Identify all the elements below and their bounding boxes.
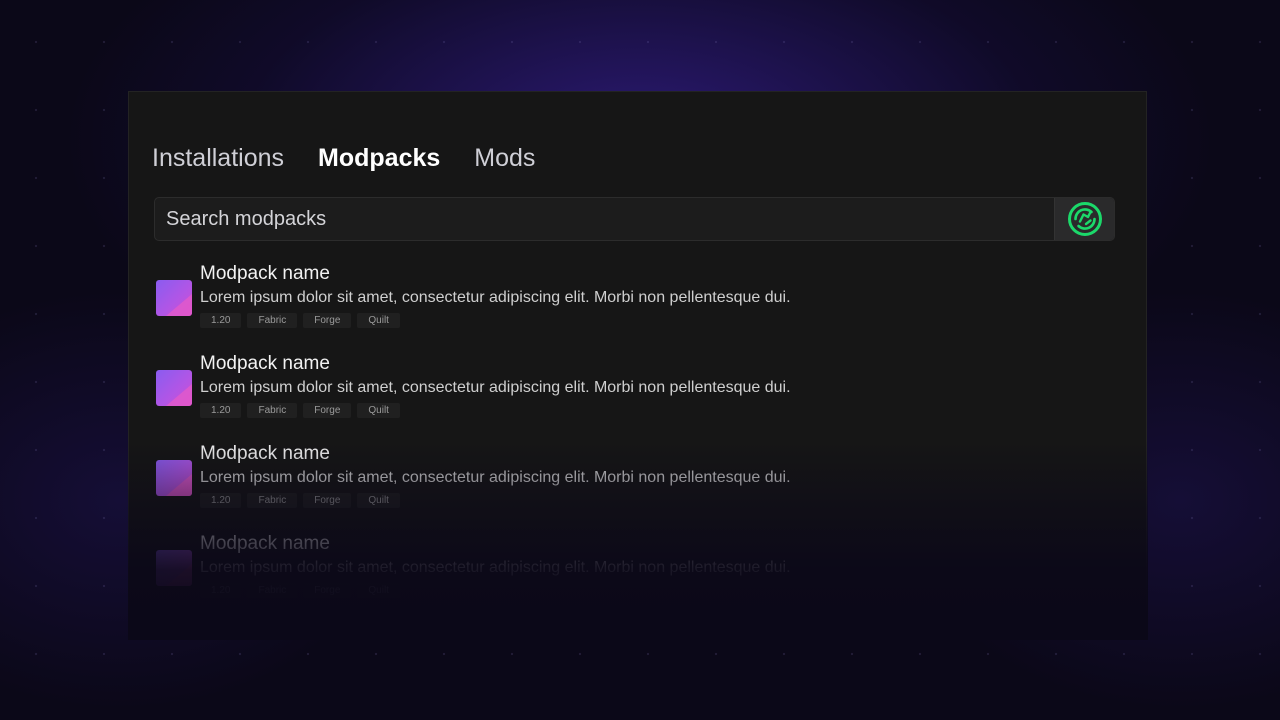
modpack-thumbnail bbox=[156, 280, 192, 316]
modpack-list-item[interactable]: Modpack name Lorem ipsum dolor sit amet,… bbox=[156, 352, 1116, 442]
version-tag: 1.20 bbox=[200, 403, 242, 418]
loader-tag: Forge bbox=[303, 583, 352, 598]
modrinth-logo-icon bbox=[1067, 202, 1102, 236]
modpack-title: Modpack name bbox=[200, 533, 330, 554]
loader-tag: Fabric bbox=[247, 403, 298, 418]
loader-tag: Forge bbox=[303, 403, 352, 418]
launcher-panel: Installations Modpacks Mods Modpack name… bbox=[128, 91, 1147, 611]
modpack-list-item[interactable]: Modpack name Lorem ipsum dolor sit amet,… bbox=[156, 532, 1116, 611]
modpack-thumbnail bbox=[156, 370, 192, 406]
version-tag: 1.20 bbox=[200, 313, 242, 328]
version-tag: 1.20 bbox=[200, 493, 242, 508]
tab-installations[interactable]: Installations bbox=[152, 144, 284, 173]
loader-tag: Forge bbox=[303, 313, 352, 328]
loader-tag: Fabric bbox=[247, 583, 298, 598]
modpack-thumbnail bbox=[156, 550, 192, 586]
tab-mods[interactable]: Mods bbox=[474, 144, 535, 173]
modpack-title: Modpack name bbox=[200, 443, 330, 464]
loader-tag: Fabric bbox=[247, 313, 298, 328]
search-input[interactable] bbox=[155, 198, 1054, 240]
modpack-tags: 1.20 Fabric Forge Quilt bbox=[200, 493, 791, 508]
tab-modpacks[interactable]: Modpacks bbox=[318, 144, 440, 173]
modpack-description: Lorem ipsum dolor sit amet, consectetur … bbox=[200, 379, 791, 396]
modpack-description: Lorem ipsum dolor sit amet, consectetur … bbox=[200, 469, 791, 486]
loader-tag: Quilt bbox=[357, 493, 400, 508]
loader-tag: Forge bbox=[303, 493, 352, 508]
modpack-title: Modpack name bbox=[200, 263, 330, 284]
modpack-description: Lorem ipsum dolor sit amet, consectetur … bbox=[200, 289, 791, 306]
loader-tag: Quilt bbox=[357, 583, 400, 598]
version-tag: 1.20 bbox=[200, 583, 242, 598]
modpack-list-item[interactable]: Modpack name Lorem ipsum dolor sit amet,… bbox=[156, 442, 1116, 532]
modpack-tags: 1.20 Fabric Forge Quilt bbox=[200, 403, 791, 418]
modpack-description: Lorem ipsum dolor sit amet, consectetur … bbox=[200, 559, 791, 576]
modpack-tags: 1.20 Fabric Forge Quilt bbox=[200, 583, 791, 598]
modpack-thumbnail bbox=[156, 460, 192, 496]
modpack-title: Modpack name bbox=[200, 353, 330, 374]
loader-tag: Fabric bbox=[247, 493, 298, 508]
modpack-tags: 1.20 Fabric Forge Quilt bbox=[200, 313, 791, 328]
modpack-list-item[interactable]: Modpack name Lorem ipsum dolor sit amet,… bbox=[156, 262, 1116, 352]
tab-bar: Installations Modpacks Mods bbox=[152, 144, 535, 173]
search-bar bbox=[154, 197, 1115, 241]
modrinth-search-button[interactable] bbox=[1054, 198, 1114, 240]
modpack-list: Modpack name Lorem ipsum dolor sit amet,… bbox=[156, 262, 1116, 611]
loader-tag: Quilt bbox=[357, 313, 400, 328]
loader-tag: Quilt bbox=[357, 403, 400, 418]
